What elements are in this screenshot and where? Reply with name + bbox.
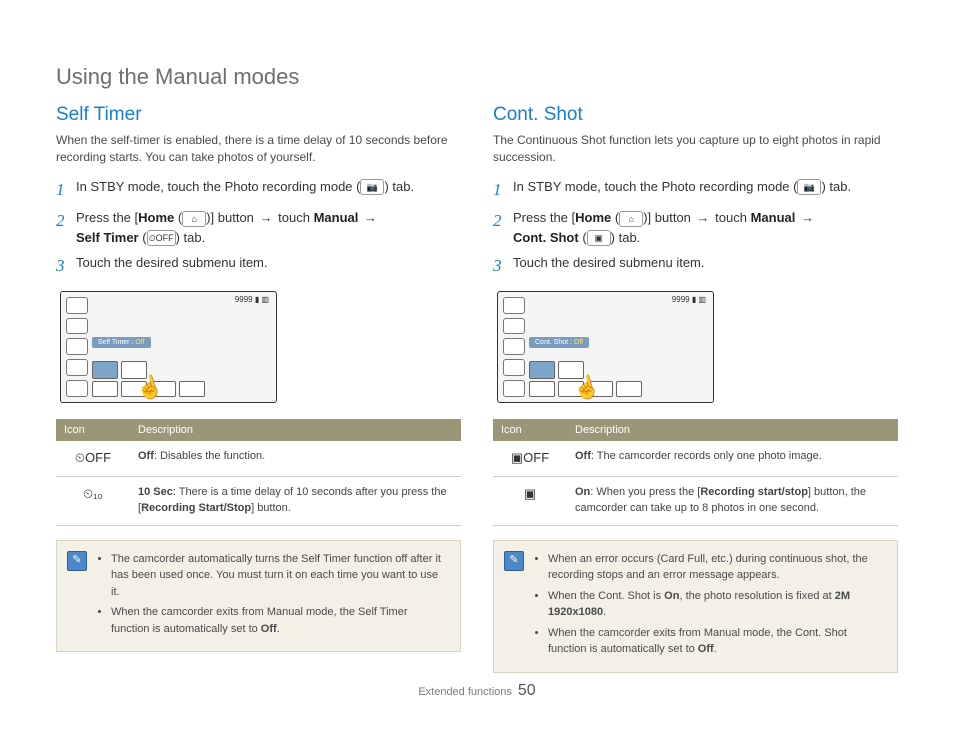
intro-cont-shot: The Continuous Shot function lets you ca… (493, 132, 898, 167)
note-item: When the camcorder exits from Manual mod… (111, 604, 448, 637)
intro-self-timer: When the self-timer is enabled, there is… (56, 132, 461, 167)
note-item: When the camcorder exits from Manual mod… (548, 625, 885, 658)
step-3: 3 Touch the desired submenu item. (56, 253, 461, 279)
section-title: Using the Manual modes (56, 64, 898, 90)
step-3: 3 Touch the desired submenu item. (493, 253, 898, 279)
screenshot-self-timer: 9999 ▮ ▥ Self Timer : Off ☝ (56, 287, 281, 407)
step-2: 2 Press the [Home (⌂)] button → touch Ma… (493, 208, 898, 247)
table-row: ▣OFF Off: The camcorder records only one… (493, 441, 898, 476)
table-row: ⏲OFF Off: Disables the function. (56, 441, 461, 476)
arrow-icon: → (364, 208, 377, 228)
table-row: ⏲₁₀ 10 Sec: There is a time delay of 10 … (56, 476, 461, 525)
step-number: 2 (56, 208, 70, 247)
note-item: When an error occurs (Card Full, etc.) d… (548, 551, 885, 584)
topic-title-cont-shot: Cont. Shot (493, 104, 898, 126)
step-1: 1 In STBY mode, touch the Photo recordin… (56, 177, 461, 203)
step-number: 1 (56, 177, 70, 203)
step-number: 2 (493, 208, 507, 247)
note-box-cont-shot: ✎ When an error occurs (Card Full, etc.)… (493, 540, 898, 673)
step-number: 1 (493, 177, 507, 203)
table-self-timer: IconDescription ⏲OFF Off: Disables the f… (56, 419, 461, 526)
note-item: When the Cont. Shot is On, the photo res… (548, 588, 885, 621)
table-cont-shot: IconDescription ▣OFF Off: The camcorder … (493, 419, 898, 526)
note-icon: ✎ (504, 551, 524, 571)
step-number: 3 (493, 253, 507, 279)
note-box-self-timer: ✎ The camcorder automatically turns the … (56, 540, 461, 653)
step-number: 3 (56, 253, 70, 279)
timer-off-icon: ⏲OFF (56, 441, 130, 476)
topic-title-self-timer: Self Timer (56, 104, 461, 126)
arrow-icon: → (697, 208, 710, 228)
step-1: 1 In STBY mode, touch the Photo recordin… (493, 177, 898, 203)
table-row: ▣ On: When you press the [Recording star… (493, 476, 898, 525)
column-self-timer: Self Timer When the self-timer is enable… (56, 104, 461, 673)
camera-icon: 📷 (797, 179, 821, 195)
home-icon: ⌂ (619, 211, 643, 227)
contshot-off-icon: ▣OFF (493, 441, 567, 476)
page-footer: Extended functions50 (0, 682, 954, 700)
screenshot-cont-shot: 9999 ▮ ▥ Cont. Shot : Off ☝ (493, 287, 718, 407)
note-item: The camcorder automatically turns the Se… (111, 551, 448, 601)
note-icon: ✎ (67, 551, 87, 571)
column-cont-shot: Cont. Shot The Continuous Shot function … (493, 104, 898, 673)
home-icon: ⌂ (182, 211, 206, 227)
arrow-icon: → (801, 208, 814, 228)
arrow-icon: → (260, 208, 273, 228)
timer-icon: ⏲OFF (147, 230, 176, 246)
camera-icon: 📷 (360, 179, 384, 195)
timer-10-icon: ⏲₁₀ (56, 476, 130, 525)
contshot-on-icon: ▣ (493, 476, 567, 525)
step-2: 2 Press the [Home (⌂)] button → touch Ma… (56, 208, 461, 247)
contshot-icon: ▣ (587, 230, 611, 246)
